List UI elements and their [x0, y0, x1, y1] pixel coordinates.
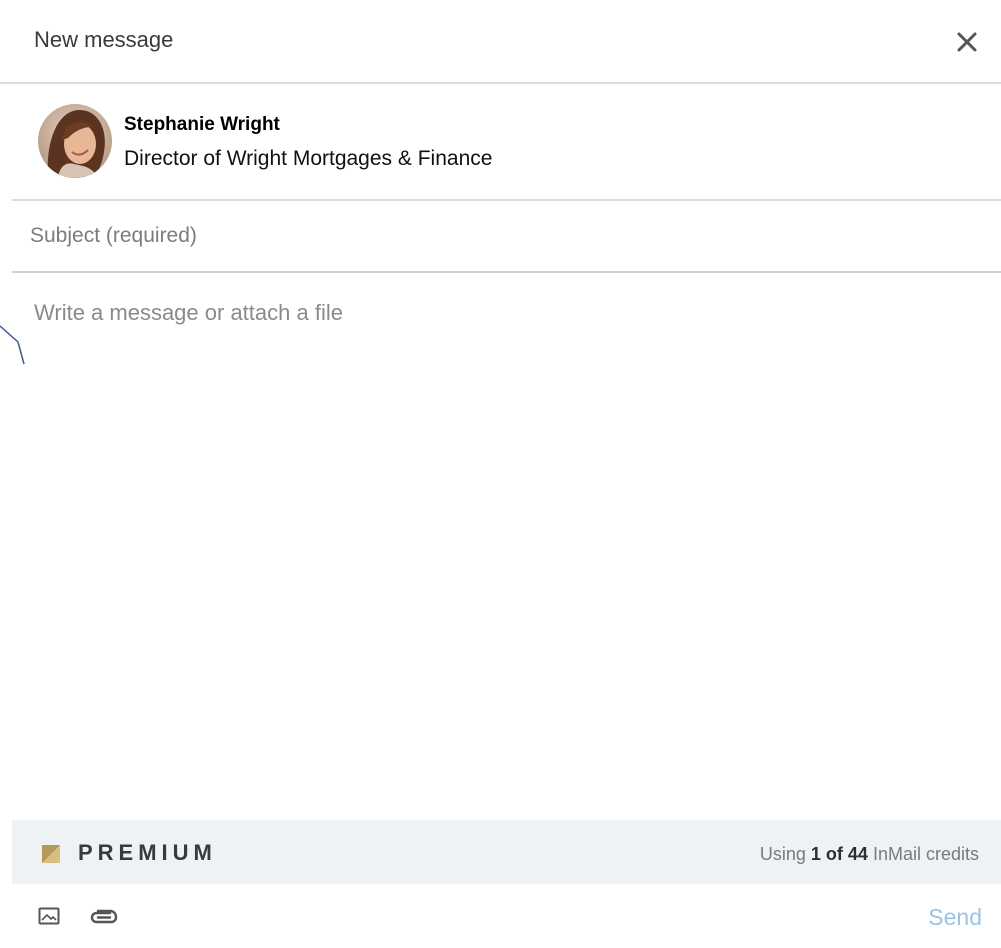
premium-bar: PREMIUM Using 1 of 44 InMail credits: [12, 820, 1001, 884]
compose-toolbar: Send: [0, 884, 1001, 948]
annotation-arrow-icon: [0, 325, 25, 365]
send-button[interactable]: Send: [928, 904, 982, 931]
avatar: [38, 104, 112, 178]
attach-file-button[interactable]: [88, 906, 120, 933]
premium-label: PREMIUM: [78, 840, 217, 865]
credits-suffix: InMail credits: [872, 844, 979, 864]
recipient-headline: Director of Wright Mortgages & Finance: [124, 147, 493, 170]
recipient-name[interactable]: Stephanie Wright: [124, 114, 280, 136]
paperclip-icon: [90, 909, 118, 924]
premium-badge-icon: [42, 845, 60, 863]
subject-input[interactable]: [30, 221, 970, 251]
credits-prefix: Using: [759, 844, 806, 864]
subject-row: [12, 201, 1001, 273]
image-icon: [38, 907, 60, 925]
credits-used: 1 of 44: [810, 844, 868, 864]
new-message-dialog: New message Stephanie Wright Director of…: [0, 0, 1001, 948]
attach-image-button[interactable]: [38, 906, 60, 931]
close-button[interactable]: [953, 28, 981, 56]
message-body-input[interactable]: [34, 300, 974, 790]
recipient-card: Stephanie Wright Director of Wright Mort…: [12, 84, 1001, 201]
dialog-header: New message: [0, 0, 1001, 84]
dialog-title: New message: [34, 27, 174, 52]
inmail-credits-text: Using 1 of 44 InMail credits: [760, 844, 979, 865]
close-icon: [957, 32, 977, 52]
